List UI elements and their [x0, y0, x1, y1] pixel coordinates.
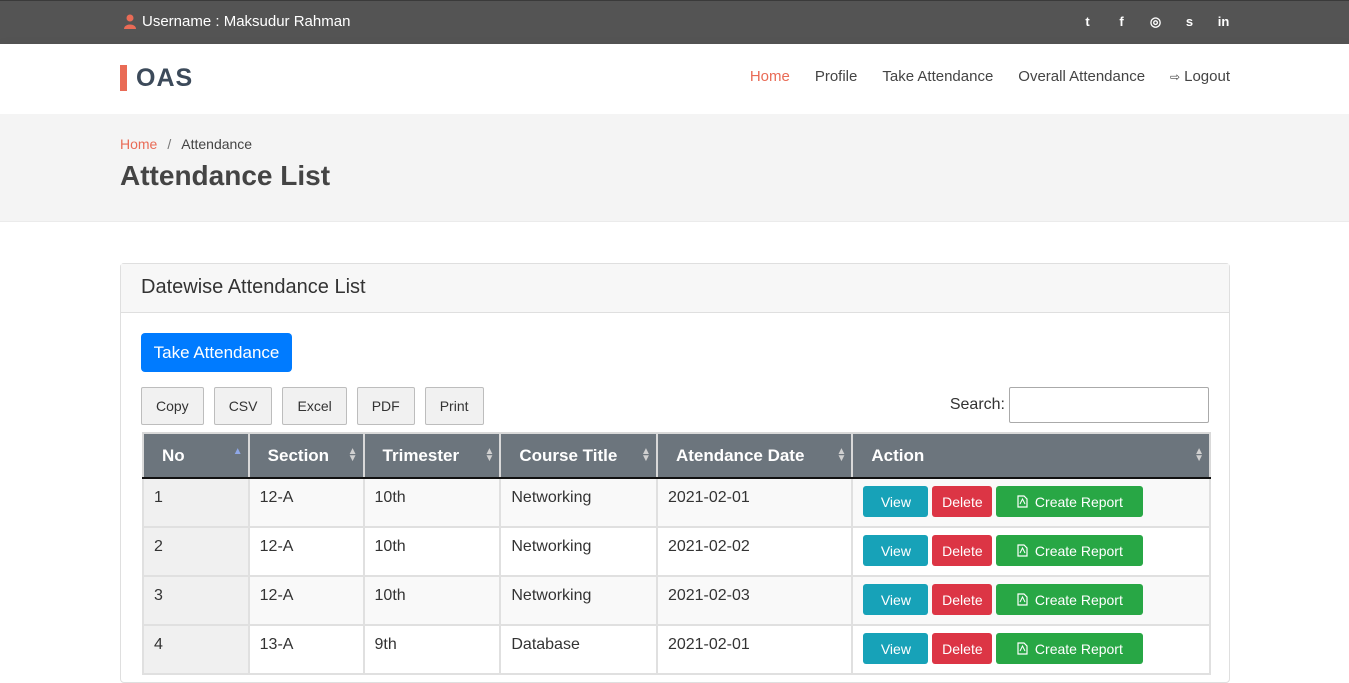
table-header-row: No ▲ Section ▲ ▼ Trimester ▲ ▼ Course Title ▲ ▼…	[142, 432, 1211, 479]
table-row: 3 12-A 10th Networking 2021-02-03 View D…	[142, 575, 1211, 626]
column-header-date[interactable]: Atendance Date ▲ ▼	[655, 432, 854, 479]
cell-section: 13-A	[247, 624, 365, 675]
cell-actions: View Delete Create Report	[851, 526, 1211, 577]
cell-section: 12-A	[247, 477, 365, 528]
column-header-course-title[interactable]: Course Title ▲ ▼	[499, 432, 658, 479]
column-header-section[interactable]: Section ▲ ▼	[247, 432, 365, 479]
username-display: Username : Maksudur Rahman	[124, 13, 350, 30]
cell-course: Database	[499, 624, 658, 675]
delete-button[interactable]: Delete	[932, 584, 993, 615]
twitter-icon[interactable]: t	[1080, 14, 1095, 29]
take-attendance-button[interactable]: Take Attendance	[141, 333, 292, 372]
breadcrumb: Home / Attendance	[120, 136, 252, 152]
csv-button[interactable]: CSV	[213, 387, 273, 425]
cell-date: 2021-02-01	[655, 624, 854, 675]
logo-bar	[120, 65, 127, 91]
cell-trimester: 10th	[362, 575, 502, 626]
search-input[interactable]	[1009, 387, 1209, 423]
cell-no: 4	[142, 624, 250, 675]
column-header-trimester[interactable]: Trimester ▲ ▼	[362, 432, 502, 479]
pdf-file-icon	[1017, 593, 1028, 606]
view-button[interactable]: View	[863, 633, 929, 664]
sort-icon: ▲ ▼	[836, 446, 847, 464]
nav-menu: Home Profile Take Attendance Overall Att…	[750, 68, 1230, 85]
page-title: Attendance List	[120, 160, 331, 191]
nav-item-take-attendance[interactable]: Take Attendance	[882, 68, 993, 85]
facebook-icon[interactable]: f	[1114, 14, 1129, 29]
cell-actions: View Delete Create Report	[851, 624, 1211, 675]
cell-date: 2021-02-01	[655, 477, 854, 528]
main-navbar: OAS Home Profile Take Attendance Overall…	[0, 44, 1349, 114]
cell-no: 3	[142, 575, 250, 626]
copy-button[interactable]: Copy	[141, 387, 204, 425]
column-header-action[interactable]: Action ▲ ▼	[851, 432, 1211, 479]
sort-asc-icon: ▲	[232, 446, 243, 457]
user-icon	[124, 14, 136, 29]
attendance-table: No ▲ Section ▲ ▼ Trimester ▲ ▼ Course Title ▲ ▼…	[142, 432, 1211, 675]
create-report-button[interactable]: Create Report	[996, 486, 1144, 517]
cell-trimester: 9th	[362, 624, 502, 675]
table-row: 1 12-A 10th Networking 2021-02-01 View D…	[142, 477, 1211, 528]
cell-no: 1	[142, 477, 250, 528]
cell-trimester: 10th	[362, 526, 502, 577]
cell-section: 12-A	[247, 526, 365, 577]
logout-icon: ⇨	[1170, 69, 1181, 84]
cell-date: 2021-02-02	[655, 526, 854, 577]
pdf-file-icon	[1017, 544, 1028, 557]
cell-no: 2	[142, 526, 250, 577]
skype-icon[interactable]: s	[1182, 14, 1197, 29]
view-button[interactable]: View	[863, 584, 929, 615]
search-box: Search:	[950, 387, 1209, 423]
search-label: Search:	[949, 396, 1005, 413]
nav-item-overall-attendance[interactable]: Overall Attendance	[1018, 68, 1145, 85]
logo-text: OAS	[136, 63, 194, 92]
export-buttons: Copy CSV Excel PDF Print	[141, 387, 484, 425]
username-text: Username : Maksudur Rahman	[142, 13, 351, 30]
column-header-no[interactable]: No ▲	[142, 432, 250, 479]
table-row: 2 12-A 10th Networking 2021-02-02 View D…	[142, 526, 1211, 577]
print-button[interactable]: Print	[424, 387, 484, 425]
create-report-button[interactable]: Create Report	[996, 633, 1144, 664]
cell-course: Networking	[499, 575, 658, 626]
view-button[interactable]: View	[863, 535, 929, 566]
pdf-file-icon	[1017, 642, 1028, 655]
cell-course: Networking	[499, 477, 658, 528]
cell-course: Networking	[499, 526, 658, 577]
linkedin-icon[interactable]: in	[1216, 14, 1231, 29]
instagram-icon[interactable]: ◎	[1148, 14, 1163, 29]
sort-icon: ▲ ▼	[1194, 446, 1204, 464]
pdf-file-icon	[1017, 495, 1028, 508]
create-report-button[interactable]: Create Report	[996, 584, 1144, 615]
site-logo[interactable]: OAS	[120, 63, 194, 92]
delete-button[interactable]: Delete	[932, 535, 993, 566]
breadcrumb-separator: /	[167, 136, 172, 152]
breadcrumb-home[interactable]: Home	[120, 136, 157, 152]
logout-label: Logout	[1184, 68, 1230, 85]
table-row: 4 13-A 9th Database 2021-02-01 View Dele…	[142, 624, 1211, 675]
top-bar: Username : Maksudur Rahman t f ◎ s in	[0, 0, 1349, 44]
create-report-button[interactable]: Create Report	[996, 535, 1144, 566]
excel-button[interactable]: Excel	[282, 387, 347, 425]
view-button[interactable]: View	[863, 486, 929, 517]
cell-actions: View Delete Create Report	[851, 575, 1211, 626]
delete-button[interactable]: Delete	[932, 486, 993, 517]
social-links: t f ◎ s in	[1080, 14, 1231, 29]
sort-icon: ▲ ▼	[347, 446, 358, 464]
pdf-button[interactable]: PDF	[356, 387, 415, 425]
sort-icon: ▲ ▼	[484, 446, 495, 464]
delete-button[interactable]: Delete	[932, 633, 993, 664]
breadcrumb-section: Home / Attendance Attendance List	[0, 114, 1349, 222]
cell-date: 2021-02-03	[655, 575, 854, 626]
cell-actions: View Delete Create Report	[851, 477, 1211, 528]
nav-item-home[interactable]: Home	[750, 68, 790, 85]
attendance-card: Datewise Attendance List Take Attendance…	[120, 263, 1230, 683]
nav-item-profile[interactable]: Profile	[815, 68, 858, 85]
card-header: Datewise Attendance List	[121, 264, 1229, 313]
sort-icon: ▲ ▼	[641, 446, 651, 464]
cell-section: 12-A	[247, 575, 365, 626]
breadcrumb-current: Attendance	[181, 136, 253, 152]
cell-trimester: 10th	[362, 477, 502, 528]
nav-item-logout[interactable]: ⇨ Logout	[1170, 68, 1230, 85]
